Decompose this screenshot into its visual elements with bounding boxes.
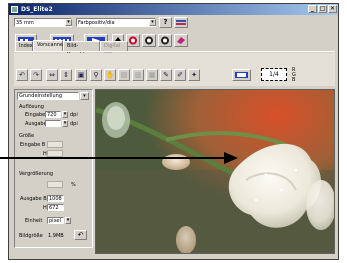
frame-indicator: 1/4 bbox=[261, 68, 287, 81]
settings-icon[interactable] bbox=[174, 17, 188, 28]
film-format-value: 35 mm bbox=[16, 20, 34, 26]
auto-adjust-icon[interactable]: ✦ bbox=[188, 69, 200, 81]
minimize-button[interactable]: _ bbox=[308, 5, 317, 13]
levels-icon[interactable]: ▤ bbox=[118, 69, 130, 81]
lock-icon[interactable] bbox=[126, 34, 140, 47]
size-heading: Größe bbox=[19, 133, 35, 139]
preset-value: Grundeinstellung bbox=[19, 93, 63, 99]
tab-digital-ice[interactable]: Digital ICE bbox=[100, 41, 128, 58]
input-unit: dpi bbox=[70, 112, 78, 118]
frame-letter-b: B bbox=[292, 77, 296, 83]
monitor-icon[interactable] bbox=[232, 69, 251, 81]
curves-icon[interactable]: ▥ bbox=[132, 69, 144, 81]
help-icon[interactable]: ? bbox=[159, 17, 172, 28]
input-resolution-field[interactable]: 720 bbox=[45, 111, 61, 118]
title-bar: DS_Elite2 _ □ ✕ bbox=[9, 4, 338, 15]
magnification-field[interactable] bbox=[47, 181, 63, 188]
eraser-icon[interactable] bbox=[174, 34, 188, 47]
exposure-icon[interactable] bbox=[142, 34, 156, 47]
histogram-icon[interactable]: ▦ bbox=[146, 69, 158, 81]
chevron-down-icon[interactable]: ▾ bbox=[62, 111, 68, 118]
chevron-down-icon[interactable]: ▾ bbox=[65, 217, 71, 224]
preview-image bbox=[95, 89, 335, 254]
rotate-right-icon[interactable]: ↷ bbox=[30, 69, 42, 81]
chevron-down-icon[interactable]: ▾ bbox=[149, 19, 156, 26]
output-width-field[interactable]: 1008 bbox=[47, 195, 64, 202]
output-resolution-field[interactable] bbox=[45, 120, 61, 127]
eyedropper-icon[interactable]: ✎ bbox=[160, 69, 172, 81]
tab-index[interactable]: Index bbox=[15, 41, 33, 51]
output-width-label: Ausgabe B bbox=[20, 196, 47, 202]
unit-select[interactable]: pixel bbox=[47, 217, 64, 224]
exposure-alt-icon[interactable] bbox=[158, 34, 172, 47]
resolution-heading: Auflösung bbox=[19, 104, 44, 110]
chevron-down-icon[interactable]: ▾ bbox=[62, 120, 68, 127]
close-button[interactable]: ✕ bbox=[328, 5, 337, 13]
output-unit: dpi bbox=[70, 121, 78, 127]
preset-select[interactable]: Grundeinstellung bbox=[17, 92, 79, 100]
frame-counter: 1/4 bbox=[269, 71, 279, 78]
chevron-down-icon[interactable]: ▾ bbox=[65, 19, 72, 26]
hand-icon[interactable]: ✋ bbox=[104, 69, 116, 81]
white-point-icon[interactable]: ✐ bbox=[174, 69, 186, 81]
rotate-left-icon[interactable]: ↶ bbox=[16, 69, 28, 81]
film-type-select[interactable]: Farbpositiv/dia bbox=[76, 18, 156, 27]
reset-icon[interactable]: ↶ bbox=[74, 230, 87, 240]
input-label: Eingabe bbox=[25, 112, 46, 118]
input-width-label: Eingabe B bbox=[20, 142, 46, 148]
tab-line bbox=[14, 51, 335, 52]
zoom-icon[interactable]: ⚲ bbox=[90, 69, 102, 81]
flower-photo bbox=[96, 90, 334, 253]
flip-vertical-icon[interactable]: ⇕ bbox=[60, 69, 72, 81]
image-size-value: 1.9MB bbox=[48, 233, 64, 239]
chevron-down-icon[interactable]: ▾ bbox=[80, 92, 89, 100]
unit-label: Einheit bbox=[25, 218, 43, 224]
output-height-field[interactable]: 672 bbox=[47, 204, 64, 211]
film-format-select[interactable]: 35 mm bbox=[14, 18, 72, 27]
film-type-value: Farbpositiv/dia bbox=[78, 20, 115, 26]
tab-image-correction[interactable]: Bild-Korrektur bbox=[63, 41, 100, 58]
window-title: DS_Elite2 bbox=[21, 6, 53, 13]
maximize-button[interactable]: □ bbox=[318, 5, 327, 13]
app-icon bbox=[11, 6, 18, 13]
magnification-unit: % bbox=[71, 182, 76, 188]
tab-prescan[interactable]: Vorscannen bbox=[33, 40, 66, 51]
output-label: Ausgabe bbox=[25, 121, 47, 127]
magnification-heading: Vergrößerung bbox=[19, 171, 54, 177]
image-size-label: Bildgröße bbox=[19, 233, 43, 239]
annotation-arrow bbox=[0, 152, 238, 164]
crop-icon[interactable]: ▣ bbox=[75, 69, 87, 81]
flip-horizontal-icon[interactable]: ⇔ bbox=[46, 69, 58, 81]
input-width-field[interactable] bbox=[47, 141, 63, 148]
